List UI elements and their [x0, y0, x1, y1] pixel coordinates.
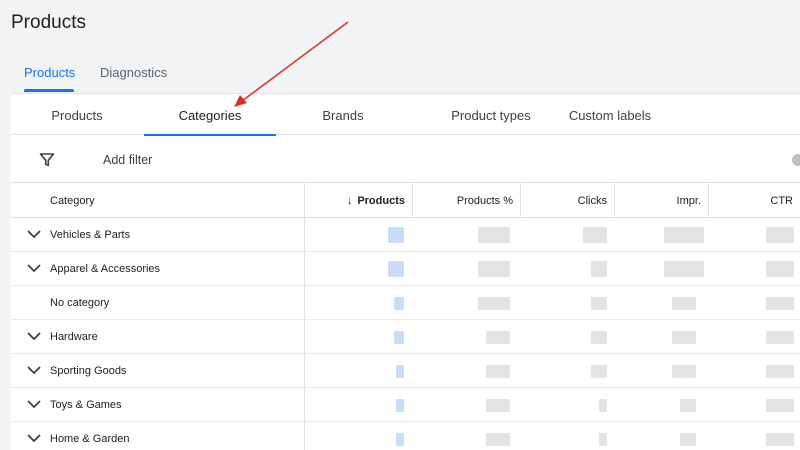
- header-products-label: Products: [357, 195, 405, 207]
- redacted-value: [394, 331, 404, 344]
- toggle-switch[interactable]: [792, 154, 800, 166]
- subtab-brands-label: Brands: [322, 108, 364, 123]
- table-row[interactable]: Apparel & Accessories: [11, 252, 800, 286]
- subtab-products[interactable]: Products: [11, 94, 143, 135]
- tab-products-label: Products: [24, 65, 76, 80]
- redacted-value: [478, 261, 510, 277]
- redacted-value: [478, 297, 510, 310]
- subtab-categories-label: Categories: [178, 108, 242, 123]
- chevron-down-icon[interactable]: [27, 365, 41, 375]
- chevron-down-icon[interactable]: [27, 433, 41, 443]
- row-category-label: No category: [50, 297, 110, 309]
- tab-active-indicator: [24, 89, 74, 92]
- redacted-value: [394, 297, 404, 310]
- column-divider: [304, 252, 305, 286]
- arrow-down-icon: ↓: [346, 195, 353, 207]
- redacted-value: [599, 399, 607, 412]
- redacted-value: [766, 331, 794, 344]
- subtab-custom-labels[interactable]: Custom labels: [546, 94, 674, 135]
- sub-tab-bar: Products Categories Brands Product types…: [11, 94, 800, 136]
- redacted-value: [583, 227, 607, 243]
- chevron-down-icon[interactable]: [27, 331, 41, 341]
- row-category-label: Home & Garden: [50, 433, 130, 445]
- tab-diagnostics-label: Diagnostics: [100, 65, 168, 80]
- header-clicks[interactable]: Clicks: [520, 183, 614, 218]
- row-category-label: Sporting Goods: [50, 365, 127, 377]
- row-category-label: Toys & Games: [50, 399, 122, 411]
- products-card: Products Categories Brands Product types…: [11, 93, 800, 450]
- tab-products[interactable]: Products: [24, 58, 76, 92]
- chevron-down-icon[interactable]: [27, 399, 41, 409]
- redacted-value: [486, 433, 510, 446]
- column-divider: [304, 320, 305, 354]
- header-products[interactable]: ↓ Products: [304, 183, 412, 218]
- column-divider: [304, 388, 305, 422]
- redacted-value: [478, 227, 510, 243]
- table-row[interactable]: Sporting Goods: [11, 354, 800, 388]
- table-row[interactable]: Vehicles & Parts: [11, 218, 800, 252]
- table-row[interactable]: No category: [11, 286, 800, 320]
- redacted-value: [591, 261, 607, 277]
- subtab-product-types-label: Product types: [451, 108, 531, 123]
- column-divider: [304, 354, 305, 388]
- header-impr[interactable]: Impr.: [614, 183, 708, 218]
- redacted-value: [599, 433, 607, 446]
- table-row[interactable]: Home & Garden: [11, 422, 800, 450]
- redacted-value: [486, 331, 510, 344]
- redacted-value: [672, 297, 696, 310]
- redacted-value: [766, 297, 794, 310]
- redacted-value: [766, 433, 794, 446]
- redacted-value: [680, 433, 696, 446]
- redacted-value: [591, 297, 607, 310]
- table-header-row: Category ↓ Products Products % Clicks Imp…: [11, 183, 800, 218]
- redacted-value: [591, 331, 607, 344]
- row-category-label: Vehicles & Parts: [50, 229, 131, 241]
- page-title: Products: [11, 12, 86, 33]
- row-category-label: Apparel & Accessories: [50, 263, 161, 275]
- redacted-value: [388, 261, 404, 277]
- header-ctr[interactable]: CTR: [708, 183, 800, 218]
- add-filter-button[interactable]: Add filter: [103, 153, 152, 167]
- header-category[interactable]: Category: [50, 183, 95, 218]
- subtab-products-label: Products: [51, 108, 103, 123]
- redacted-value: [766, 365, 794, 378]
- redacted-value: [766, 261, 794, 277]
- redacted-value: [388, 227, 404, 243]
- column-divider: [304, 286, 305, 320]
- column-divider: [304, 218, 305, 252]
- subtab-categories[interactable]: Categories: [144, 94, 276, 136]
- redacted-value: [766, 227, 794, 243]
- filter-icon[interactable]: [39, 152, 55, 168]
- table-row[interactable]: Hardware: [11, 320, 800, 354]
- redacted-value: [664, 261, 704, 277]
- redacted-value: [766, 399, 794, 412]
- categories-table: Category ↓ Products Products % Clicks Imp…: [11, 183, 800, 450]
- top-tab-bar: Products Diagnostics: [0, 58, 800, 92]
- filter-bar: Add filter: [11, 136, 800, 183]
- redacted-value: [396, 433, 404, 446]
- redacted-value: [591, 365, 607, 378]
- chevron-down-icon[interactable]: [27, 263, 41, 273]
- redacted-value: [672, 365, 696, 378]
- subtab-custom-labels-label: Custom labels: [568, 108, 652, 123]
- tab-diagnostics[interactable]: Diagnostics: [100, 58, 170, 92]
- redacted-value: [664, 227, 704, 243]
- column-divider: [304, 422, 305, 450]
- table-row[interactable]: Toys & Games: [11, 388, 800, 422]
- redacted-value: [396, 399, 404, 412]
- redacted-value: [680, 399, 696, 412]
- row-category-label: Hardware: [50, 331, 98, 343]
- header-products-pct[interactable]: Products %: [412, 183, 520, 218]
- redacted-value: [486, 399, 510, 412]
- subtab-brands[interactable]: Brands: [277, 94, 409, 135]
- redacted-value: [672, 331, 696, 344]
- chevron-down-icon[interactable]: [27, 229, 41, 239]
- redacted-value: [396, 365, 404, 378]
- redacted-value: [486, 365, 510, 378]
